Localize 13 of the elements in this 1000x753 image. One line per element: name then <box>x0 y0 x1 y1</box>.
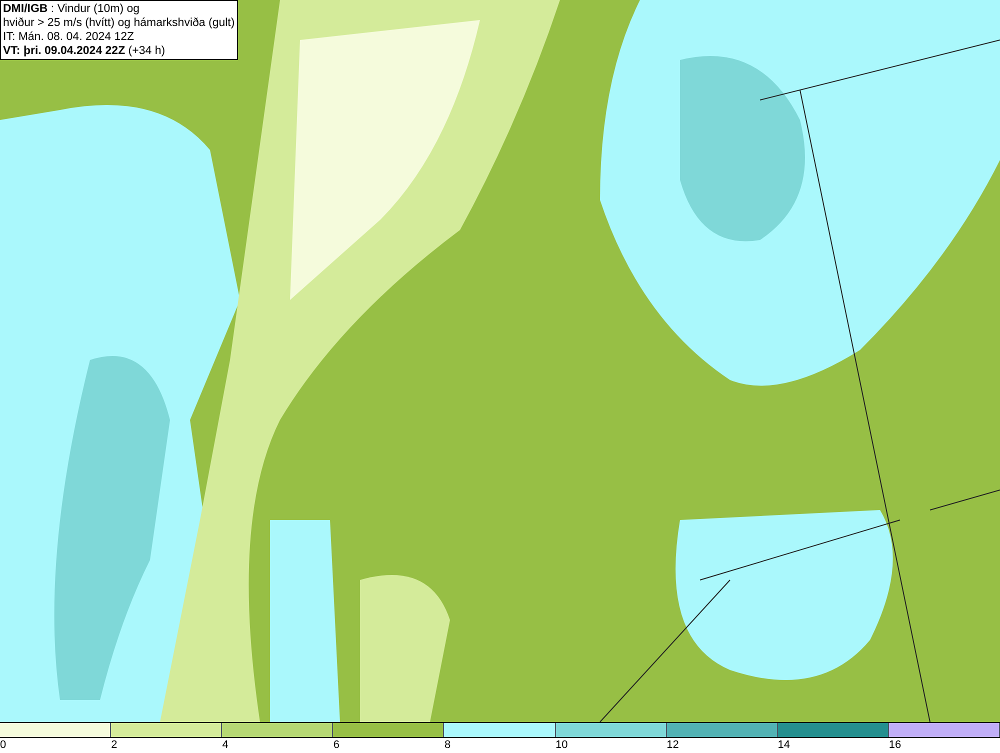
title-line: hviður > 25 m/s (hvítt) og hámarkshviða (gult) <box>3 16 235 30</box>
legend-label: 8 <box>444 739 451 751</box>
title-line: VT: þri. 09.04.2024 22Z (+34 h) <box>3 44 166 58</box>
title-line: DMI/IGB : Vindur (10m) og <box>3 2 141 16</box>
title-line: IT: Mán. 08. 04. 2024 12Z <box>3 30 136 44</box>
legend-label: 6 <box>333 739 340 751</box>
legend-label: 12 <box>666 739 679 751</box>
legend-label: 14 <box>778 739 790 751</box>
legend-label: 10 <box>556 739 568 751</box>
legend-label: 16 <box>888 739 902 751</box>
legend-label: 0 <box>0 739 6 751</box>
legend-label: 2 <box>111 739 118 751</box>
legend-label: 4 <box>222 739 228 751</box>
